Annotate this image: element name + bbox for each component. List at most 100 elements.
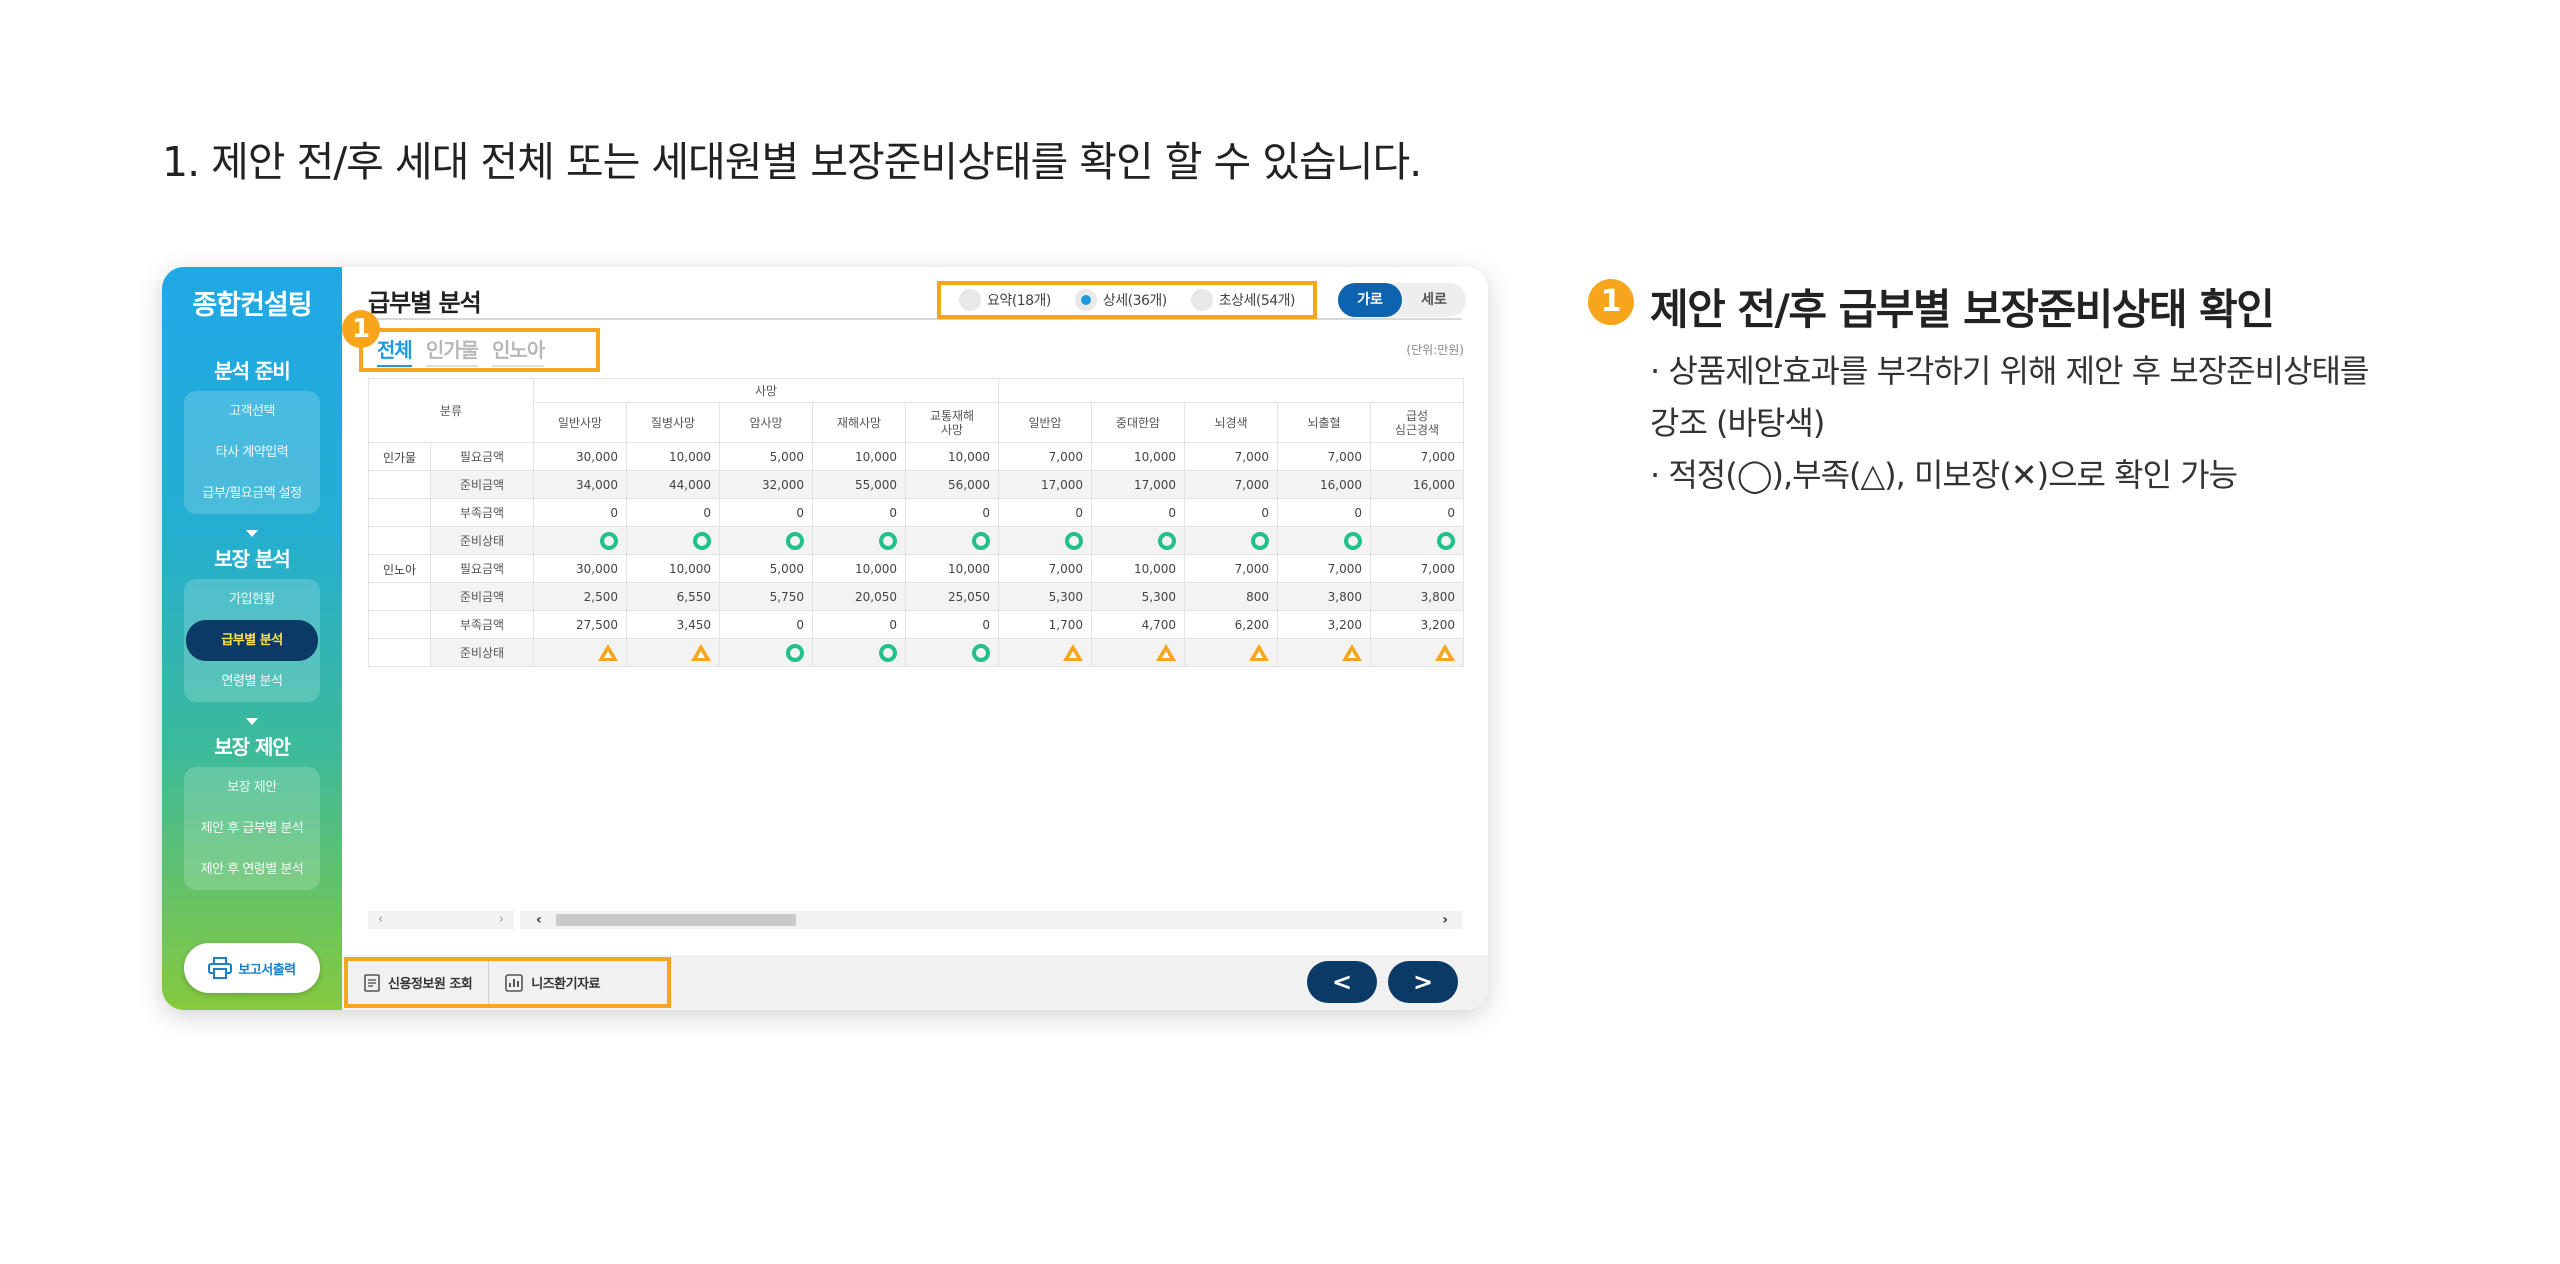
table-cell: 10,000 bbox=[812, 442, 906, 471]
orientation-vertical-button[interactable]: 세로 bbox=[1402, 283, 1466, 317]
status-cell bbox=[1370, 526, 1464, 555]
table-cell: 30,000 bbox=[533, 554, 627, 583]
row-group-label bbox=[368, 610, 431, 639]
table-cell: 3,800 bbox=[1370, 582, 1464, 611]
fixed-column-scrollbar[interactable]: ‹ › bbox=[368, 911, 514, 929]
scrollbar-thumb[interactable] bbox=[556, 914, 796, 926]
group-header-death: 사망 bbox=[533, 378, 999, 403]
triangle-warning-icon bbox=[1249, 644, 1269, 661]
view-option-summary[interactable]: 요약(18개) bbox=[958, 289, 1051, 311]
status-cell bbox=[626, 526, 720, 555]
row-group-label bbox=[368, 526, 431, 555]
status-cell bbox=[533, 638, 627, 667]
scroll-right-arrow-icon[interactable]: › bbox=[499, 911, 504, 929]
table-row: 인가물 필요금액 30,000 10,000 5,000 10,000 10,000 7,00… bbox=[368, 442, 1464, 471]
triangle-warning-icon bbox=[1435, 644, 1455, 661]
radio-summary[interactable] bbox=[958, 289, 981, 311]
table-cell: 6,200 bbox=[1184, 610, 1278, 639]
status-cell bbox=[812, 526, 906, 555]
scroll-left-arrow-icon[interactable]: ‹ bbox=[378, 911, 383, 929]
member-tabs: 전체 인가물 인노아 bbox=[359, 328, 600, 372]
content-title: 급부별 분석 bbox=[368, 289, 482, 317]
sidebar-item-customer-select[interactable]: 고객선택 bbox=[184, 391, 320, 432]
sidebar-item-post-age[interactable]: 제안 후 연령별 분석 bbox=[184, 849, 320, 890]
triangle-warning-icon bbox=[1063, 644, 1083, 661]
status-cell bbox=[719, 638, 813, 667]
table-cell: 7,000 bbox=[1370, 554, 1464, 583]
chevron-down-icon bbox=[246, 718, 258, 725]
needs-material-button[interactable]: 니즈환기자료 bbox=[488, 961, 616, 1004]
description-line: 강조 (바탕색) bbox=[1650, 404, 1825, 442]
row-group-label bbox=[368, 498, 431, 527]
tab-member-2[interactable]: 인노아 bbox=[492, 334, 545, 367]
tab-all[interactable]: 전체 bbox=[377, 334, 413, 367]
circle-ok-icon bbox=[1158, 531, 1176, 550]
table-cell: 27,500 bbox=[533, 610, 627, 639]
row-label: 필요금액 bbox=[430, 554, 534, 583]
column-header: 일반암 bbox=[998, 402, 1092, 443]
next-page-button[interactable]: > bbox=[1388, 961, 1458, 1003]
credit-info-label: 신용정보원 조회 bbox=[388, 977, 473, 992]
table-scrollbar[interactable]: ‹ › bbox=[520, 911, 1462, 929]
status-cell bbox=[1091, 638, 1185, 667]
status-cell bbox=[905, 526, 999, 555]
table-cell: 3,200 bbox=[1370, 610, 1464, 639]
status-cell bbox=[1091, 526, 1185, 555]
table-cell: 0 bbox=[719, 610, 813, 639]
view-option-detail[interactable]: 상세(36개) bbox=[1074, 289, 1167, 311]
column-header: 암사망 bbox=[719, 402, 813, 443]
scroll-right-arrow-icon[interactable]: › bbox=[1442, 911, 1448, 929]
sidebar-item-benefit-setting[interactable]: 급부/필요금액 설정 bbox=[184, 473, 320, 514]
table-cell: 0 bbox=[812, 610, 906, 639]
radio-super-detail[interactable] bbox=[1190, 289, 1213, 311]
circle-ok-icon bbox=[1251, 531, 1269, 550]
description-title: 제안 전/후 급부별 보장준비상태 확인 bbox=[1650, 285, 2275, 334]
row-group-label bbox=[368, 638, 431, 667]
triangle-warning-icon bbox=[598, 644, 618, 661]
scroll-left-arrow-icon[interactable]: ‹ bbox=[536, 911, 542, 929]
table-cell: 5,000 bbox=[719, 554, 813, 583]
row-label: 필요금액 bbox=[430, 442, 534, 471]
status-cell bbox=[998, 526, 1092, 555]
sidebar-item-post-benefit[interactable]: 제안 후 급부별 분석 bbox=[184, 808, 320, 849]
triangle-warning-icon bbox=[1156, 644, 1176, 661]
table-row: 부족금액 0 0 0 0 0 0 0 0 0 0 bbox=[368, 498, 1464, 527]
category-header: 분류 bbox=[368, 378, 534, 443]
circle-ok-icon bbox=[1437, 531, 1455, 550]
tab-member-1[interactable]: 인가물 bbox=[425, 334, 479, 367]
table-cell: 7,000 bbox=[1277, 442, 1371, 471]
table-cell: 0 bbox=[998, 498, 1092, 527]
orientation-toggle: 가로 세로 bbox=[1338, 283, 1466, 317]
table-cell: 5,300 bbox=[998, 582, 1092, 611]
print-report-button[interactable]: 보고서출력 bbox=[184, 943, 320, 993]
table-cell: 16,000 bbox=[1277, 470, 1371, 499]
sidebar-item-proposal[interactable]: 보장 제안 bbox=[184, 767, 320, 808]
view-option-detail-label: 상세(36개) bbox=[1102, 293, 1167, 309]
prev-page-button[interactable]: < bbox=[1307, 961, 1377, 1003]
row-label: 준비금액 bbox=[430, 582, 534, 611]
orientation-horizontal-button[interactable]: 가로 bbox=[1338, 283, 1402, 317]
circle-ok-icon bbox=[879, 531, 897, 550]
table-cell: 7,000 bbox=[998, 554, 1092, 583]
row-group-label: 인노아 bbox=[368, 554, 431, 583]
radio-detail[interactable] bbox=[1074, 289, 1097, 311]
column-header: 교통재해 사망 bbox=[905, 402, 999, 443]
table-cell: 0 bbox=[1277, 498, 1371, 527]
table-row: 인노아 필요금액 30,000 10,000 5,000 10,000 10,000 7,00… bbox=[368, 554, 1464, 583]
table-cell: 0 bbox=[905, 498, 999, 527]
table-row: 부족금액 27,500 3,450 0 0 0 1,700 4,700 6,200 3,200 3,… bbox=[368, 610, 1464, 639]
sidebar-item-enrollment[interactable]: 가입현황 bbox=[184, 579, 320, 620]
description-badge: 1 bbox=[1588, 279, 1634, 325]
table-cell: 5,000 bbox=[719, 442, 813, 471]
sidebar-item-benefit-analysis[interactable]: 급부별 분석 bbox=[186, 620, 318, 661]
table-cell: 10,000 bbox=[626, 554, 720, 583]
sidebar-item-age-analysis[interactable]: 연령별 분석 bbox=[184, 661, 320, 702]
app-window: 종합컨설팅 분석 준비 고객선택 타사 계약입력 급부/필요금액 설정 보장 분… bbox=[162, 267, 1488, 1010]
credit-info-button[interactable]: 신용정보원 조회 bbox=[348, 961, 488, 1004]
table-cell: 5,750 bbox=[719, 582, 813, 611]
table-cell: 1,700 bbox=[998, 610, 1092, 639]
sidebar-item-other-contract[interactable]: 타사 계약입력 bbox=[184, 432, 320, 473]
triangle-warning-icon bbox=[1342, 644, 1362, 661]
row-label: 준비상태 bbox=[430, 526, 534, 555]
view-option-super-detail[interactable]: 초상세(54개) bbox=[1190, 289, 1296, 311]
